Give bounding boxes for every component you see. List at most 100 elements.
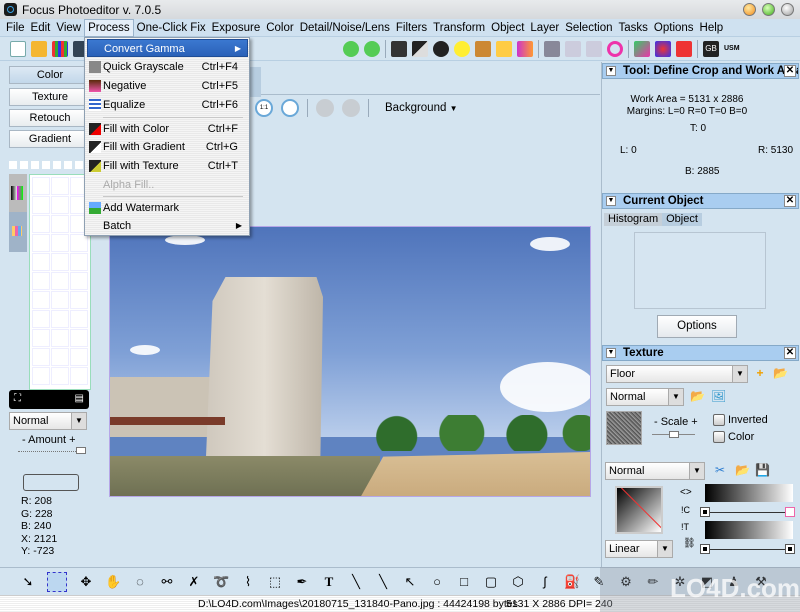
- hand-select-tool-icon[interactable]: ✋: [105, 574, 121, 590]
- collapse-icon[interactable]: ▼: [606, 196, 616, 206]
- menu-one-click-fix[interactable]: One-Click Fix: [134, 19, 209, 37]
- redo-icon[interactable]: [342, 99, 360, 117]
- link-icon[interactable]: ⛓: [683, 538, 696, 549]
- gradient-blend-select[interactable]: Normal ▼: [605, 462, 705, 480]
- menu-item-convert-gamma[interactable]: Convert Gamma ▶: [87, 39, 248, 57]
- new-file-icon[interactable]: [10, 40, 26, 57]
- menu-item-fill-texture[interactable]: Fill with Texture Ctrl+T: [87, 157, 248, 175]
- move-tool-icon[interactable]: ✥: [78, 574, 94, 590]
- menu-layer[interactable]: Layer: [527, 19, 562, 37]
- brightness-icon[interactable]: [454, 40, 470, 57]
- close-icon[interactable]: ✕: [784, 347, 796, 359]
- menu-help[interactable]: Help: [697, 19, 727, 37]
- pointer-tool-icon[interactable]: ➘: [20, 574, 36, 590]
- image-canvas[interactable]: [109, 226, 591, 497]
- open-file-icon[interactable]: [31, 40, 47, 57]
- rect-select-tool-icon[interactable]: [47, 571, 67, 592]
- undo-icon[interactable]: [316, 99, 334, 117]
- save-icon[interactable]: 💾: [755, 463, 770, 477]
- curves-icon[interactable]: [565, 40, 581, 57]
- menu-item-fill-color[interactable]: Fill with Color Ctrl+F: [87, 120, 248, 138]
- gb-icon[interactable]: GB: [703, 40, 719, 57]
- blend-mode-select[interactable]: Normal ▼: [9, 412, 87, 430]
- palette-tab-spectrum[interactable]: [9, 174, 27, 212]
- amount-slider[interactable]: [18, 451, 84, 453]
- menu-process[interactable]: Process: [84, 18, 134, 37]
- minimize-button[interactable]: [743, 3, 756, 16]
- zoom-fit-icon[interactable]: [281, 99, 299, 117]
- tab-histogram[interactable]: Histogram: [604, 213, 663, 226]
- image-icon[interactable]: [391, 40, 407, 57]
- open-folder-icon[interactable]: 📂: [773, 366, 788, 380]
- scale-slider-thumb[interactable]: [668, 431, 679, 438]
- white-balance-icon[interactable]: [496, 40, 512, 57]
- maximize-button[interactable]: [762, 3, 775, 16]
- menu-transform[interactable]: Transform: [430, 19, 488, 37]
- texture-thumbnail[interactable]: [606, 411, 642, 445]
- menu-object[interactable]: Object: [488, 19, 527, 37]
- transparency-gradient-bar[interactable]: [705, 521, 793, 539]
- options-button[interactable]: Options: [657, 315, 737, 338]
- menu-view[interactable]: View: [53, 19, 84, 37]
- menu-color[interactable]: Color: [263, 19, 296, 37]
- line-tool-icon[interactable]: ╲: [375, 574, 391, 590]
- invert-transparency-icon[interactable]: !T: [681, 522, 689, 532]
- document-tab[interactable]: [249, 67, 261, 97]
- menu-tasks[interactable]: Tasks: [616, 19, 651, 37]
- invert-color-icon[interactable]: !C: [681, 505, 690, 515]
- add-icon[interactable]: +: [753, 366, 767, 380]
- menu-file[interactable]: File: [3, 19, 28, 37]
- contrast-icon[interactable]: [412, 40, 428, 57]
- fill-tool-icon[interactable]: ⛽: [564, 574, 580, 590]
- color-wheel-icon[interactable]: [607, 40, 623, 57]
- open-folder-icon[interactable]: 📂: [735, 463, 750, 477]
- menu-item-fill-gradient[interactable]: Fill with Gradient Ctrl+G: [87, 138, 248, 156]
- tab-color[interactable]: Color: [9, 66, 91, 84]
- image-folder-icon[interactable]: 🖼: [711, 389, 726, 403]
- swap-gradient-icon[interactable]: <>: [680, 487, 692, 498]
- brush-tool-icon[interactable]: ╲: [348, 574, 364, 590]
- collapse-icon[interactable]: ▼: [606, 66, 616, 76]
- tab-retouch[interactable]: Retouch: [9, 109, 91, 127]
- hue-icon[interactable]: [634, 40, 650, 57]
- close-button[interactable]: [781, 3, 794, 16]
- tab-gradient[interactable]: Gradient: [9, 130, 91, 148]
- menu-options[interactable]: Options: [651, 19, 697, 37]
- channels-icon[interactable]: [655, 40, 671, 57]
- fullscreen-icon[interactable]: ⛶: [14, 393, 21, 404]
- open-folder-icon[interactable]: 📂: [690, 389, 705, 403]
- ellipse-tool-icon[interactable]: ○: [429, 574, 445, 590]
- layer-select[interactable]: Background ▼: [385, 102, 458, 114]
- tab-object[interactable]: Object: [662, 213, 702, 226]
- collapse-icon[interactable]: ▼: [606, 348, 616, 358]
- delete-color-icon[interactable]: ▤: [75, 393, 84, 404]
- amount-slider-thumb[interactable]: [76, 447, 86, 454]
- zoom-1to1-icon[interactable]: 1:1: [255, 99, 273, 117]
- menu-item-negative[interactable]: Negative Ctrl+F5: [87, 77, 248, 95]
- close-icon[interactable]: ✕: [784, 195, 796, 207]
- texture-blend-select[interactable]: Normal ▼: [606, 388, 684, 406]
- curves-points-icon[interactable]: [586, 40, 602, 57]
- gradient-type-select[interactable]: Linear ▼: [605, 540, 673, 558]
- menu-selection[interactable]: Selection: [562, 19, 615, 37]
- menu-filters[interactable]: Filters: [393, 19, 430, 37]
- menu-edit[interactable]: Edit: [28, 19, 54, 37]
- castle-icon[interactable]: [544, 40, 560, 57]
- close-icon[interactable]: ✕: [784, 65, 796, 77]
- menu-item-equalize[interactable]: Equalize Ctrl+F6: [87, 96, 248, 114]
- color-checkbox[interactable]: [713, 431, 725, 443]
- apply-icon[interactable]: [343, 40, 359, 57]
- palette-tab-swatches[interactable]: [9, 212, 27, 252]
- poly-lasso-tool-icon[interactable]: ⌇: [240, 574, 256, 590]
- magic-wand-tool-icon[interactable]: ⚯: [159, 574, 175, 590]
- tools-icon[interactable]: ✂: [713, 463, 727, 477]
- menu-item-quick-grayscale[interactable]: Quick Grayscale Ctrl+F4: [87, 58, 248, 76]
- menu-exposure[interactable]: Exposure: [209, 19, 264, 37]
- select-shape-dropdown-icon[interactable]: ⬚: [267, 574, 283, 590]
- curve-tool-icon[interactable]: ʃ: [537, 574, 553, 590]
- inverted-checkbox[interactable]: [713, 414, 725, 426]
- gradient-stop-right[interactable]: [785, 507, 795, 517]
- alpha-stop-left[interactable]: [700, 544, 710, 554]
- alpha-stop-right[interactable]: [785, 544, 795, 554]
- menu-detail-noise-lens[interactable]: Detail/Noise/Lens: [297, 19, 393, 37]
